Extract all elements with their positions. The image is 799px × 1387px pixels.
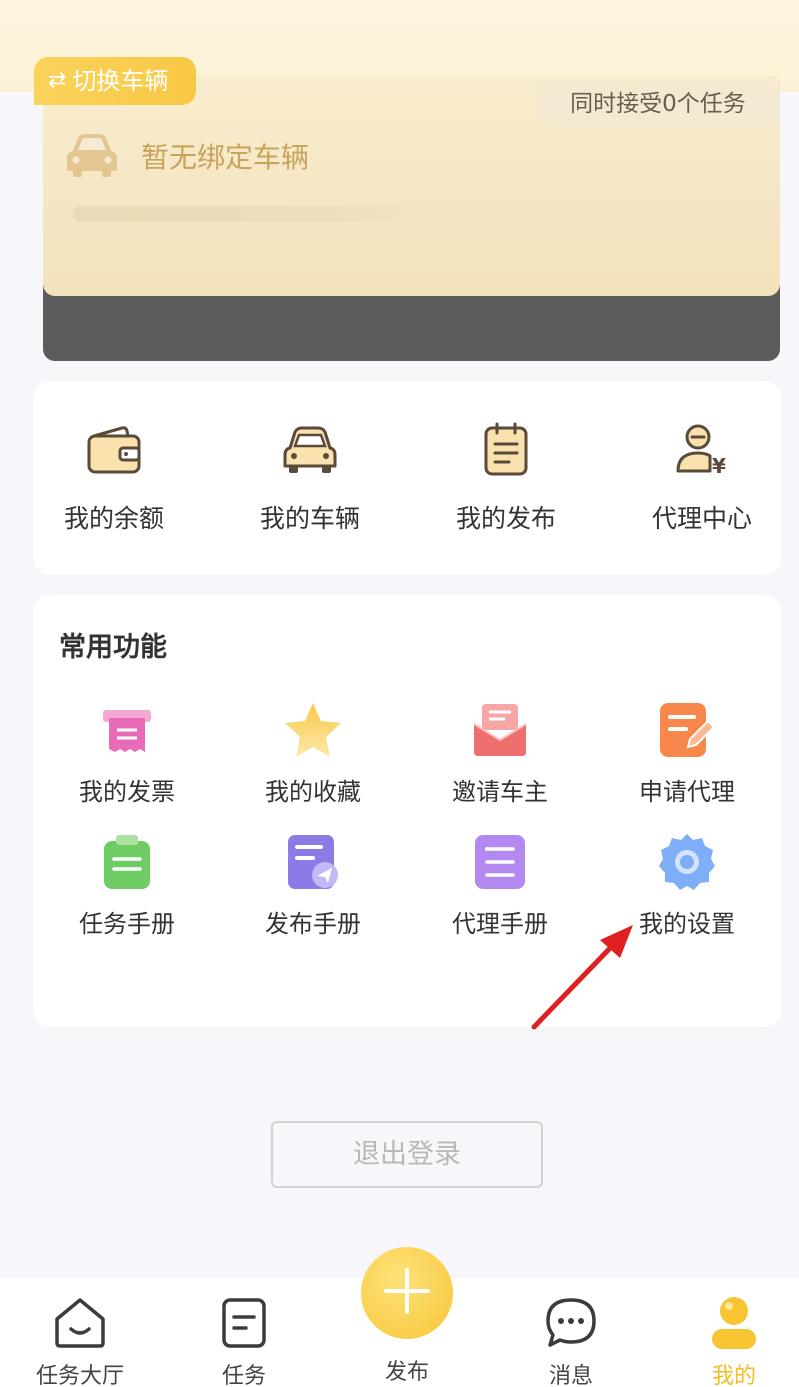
no-vehicle-row: 暂无绑定车辆 [63, 131, 309, 181]
task-count-badge: 同时接受0个任务 [536, 81, 780, 127]
func-item-label: 代理手册 [452, 910, 548, 938]
swap-arrows-icon: ⇄ [48, 68, 67, 93]
switch-vehicle-label: 切换车辆 [72, 67, 169, 95]
quick-item-label: 我的车辆 [259, 504, 360, 533]
clipboard-icon [426, 421, 586, 479]
car-silhouette-icon [63, 131, 121, 181]
func-item-invite[interactable]: 邀请车主 [420, 700, 580, 807]
quick-item-balance[interactable]: 我的余额 [34, 421, 194, 535]
tab-label: 任务大厅 [35, 1364, 124, 1387]
func-item-label: 邀请车主 [452, 778, 548, 806]
quick-item-publish[interactable]: 我的发布 [426, 421, 586, 535]
func-item-label: 任务手册 [79, 910, 175, 938]
section-title: 常用功能 [59, 632, 167, 663]
func-item-agent-manual[interactable]: 代理手册 [420, 832, 580, 939]
task-icon [184, 1294, 304, 1352]
agent-manual-icon [420, 832, 580, 892]
quick-actions-panel: 我的余额 我的车辆 我的发布 ¥ 代理中心 [34, 381, 781, 575]
vehicle-card: 同时接受0个任务 暂无绑定车辆 [43, 76, 780, 361]
tab-messages[interactable]: 消息 [511, 1294, 631, 1387]
tab-label: 我的 [711, 1364, 756, 1387]
envelope-icon [420, 700, 580, 760]
gear-icon [607, 832, 767, 892]
svg-text:¥: ¥ [712, 454, 726, 477]
clipboard-green-icon [47, 832, 207, 892]
chat-icon [511, 1294, 631, 1352]
wallet-icon [34, 421, 194, 479]
func-item-label: 发布手册 [265, 910, 361, 938]
tab-tasks[interactable]: 任务 [184, 1294, 304, 1387]
publish-manual-icon [233, 832, 393, 892]
quick-item-agent[interactable]: ¥ 代理中心 [622, 421, 782, 535]
tab-publish-label[interactable]: 发布 [347, 1354, 467, 1386]
tab-mine[interactable]: 我的 [674, 1294, 794, 1387]
agent-icon: ¥ [622, 421, 782, 479]
vehicle-progress-bar [73, 206, 425, 222]
func-item-label: 我的发票 [79, 778, 175, 806]
func-item-favorites[interactable]: 我的收藏 [233, 700, 393, 807]
edit-doc-icon [607, 700, 767, 760]
func-item-label: 我的设置 [639, 910, 735, 938]
tab-task-hall[interactable]: 任务大厅 [20, 1294, 140, 1387]
publish-button[interactable] [361, 1247, 453, 1339]
logout-button[interactable]: 退出登录 [271, 1121, 543, 1188]
func-item-task-manual[interactable]: 任务手册 [47, 832, 207, 939]
func-item-publish-manual[interactable]: 发布手册 [233, 832, 393, 939]
func-item-label: 我的收藏 [265, 778, 361, 806]
quick-item-label: 我的余额 [63, 504, 164, 533]
quick-item-label: 代理中心 [651, 504, 752, 533]
func-item-invoice[interactable]: 我的发票 [47, 700, 207, 807]
tab-label: 任务 [221, 1364, 266, 1387]
home-icon [20, 1294, 140, 1352]
switch-vehicle-button[interactable]: ⇄ 切换车辆 [34, 57, 196, 105]
func-item-apply-agent[interactable]: 申请代理 [607, 700, 767, 807]
user-icon [674, 1294, 794, 1352]
car-icon [230, 421, 390, 479]
vehicle-card-inner: 同时接受0个任务 暂无绑定车辆 [43, 76, 780, 296]
quick-item-label: 我的发布 [455, 504, 556, 533]
common-functions-panel: 常用功能 我的发票 我的收藏 邀请车主 申请代理 任务手册 发布手册 代理手册 … [34, 595, 781, 1027]
star-icon [233, 700, 393, 760]
invoice-icon [47, 700, 207, 760]
func-item-settings[interactable]: 我的设置 [607, 832, 767, 939]
no-vehicle-text: 暂无绑定车辆 [141, 141, 310, 174]
quick-item-vehicles[interactable]: 我的车辆 [230, 421, 390, 535]
func-item-label: 申请代理 [639, 778, 735, 806]
plus-icon [382, 1266, 432, 1320]
tab-label: 消息 [548, 1364, 593, 1387]
